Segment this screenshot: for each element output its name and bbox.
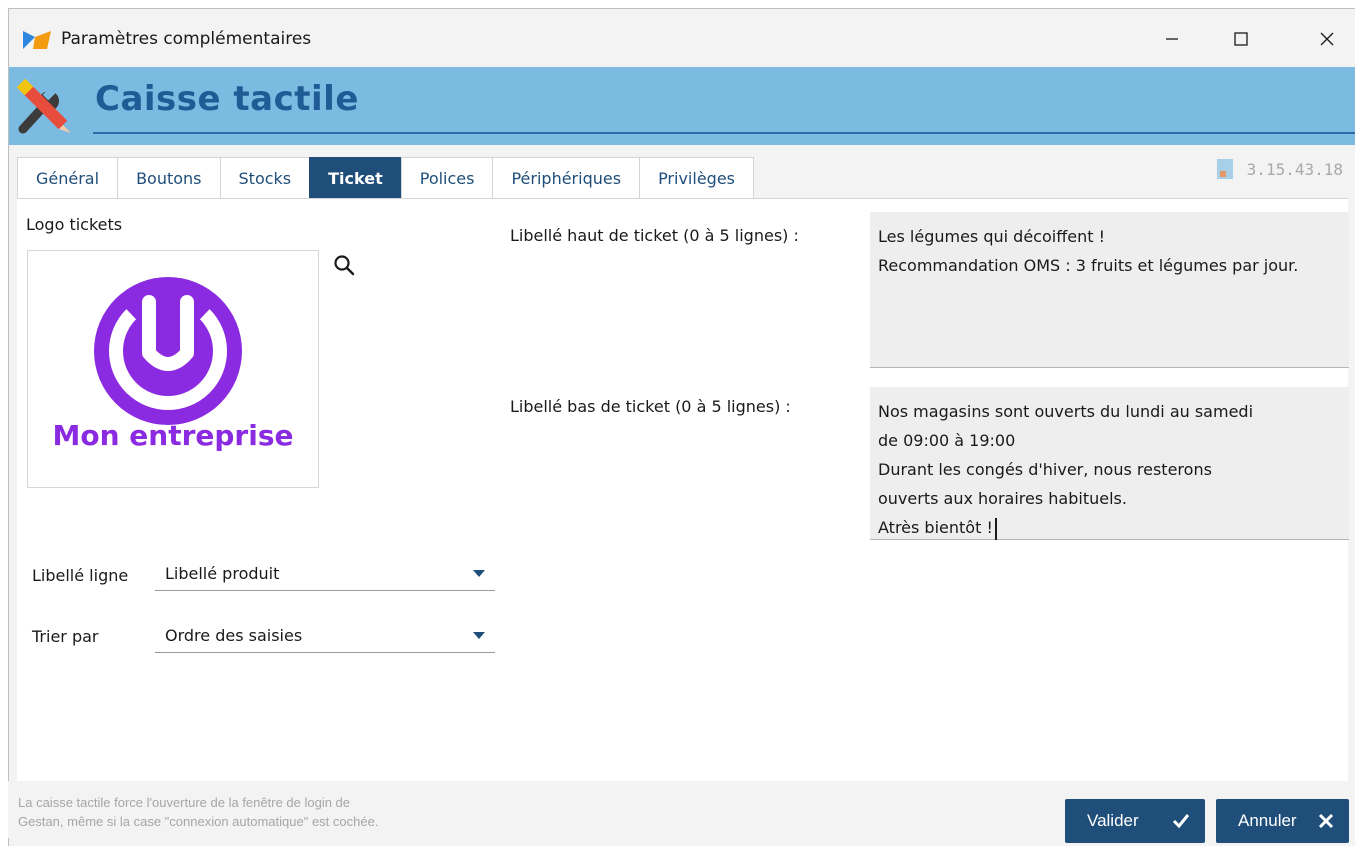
haut-ticket-textarea[interactable]: Les légumes qui décoiffent ! Recommandat…	[870, 212, 1349, 368]
logo-label: Logo tickets	[26, 215, 123, 234]
text-caret	[994, 517, 997, 540]
validate-button[interactable]: Valider	[1065, 799, 1205, 843]
libelle-ligne-value: Libellé produit	[165, 564, 280, 583]
tab-general[interactable]: Général	[17, 157, 118, 199]
bas-ticket-line: Durant les congés d'hiver, nous resteron…	[878, 460, 1212, 479]
trier-par-value: Ordre des saisies	[165, 626, 303, 645]
tab-privileges[interactable]: Privilèges	[639, 157, 754, 199]
logo-preview[interactable]: Mon entreprise	[27, 250, 319, 488]
app-logo-icon	[23, 31, 51, 49]
trier-par-label: Trier par	[32, 627, 99, 646]
tab-ticket[interactable]: Ticket	[309, 157, 401, 199]
haut-ticket-line: Recommandation OMS : 3 fruits et légumes…	[878, 256, 1299, 275]
banner-title: Caisse tactile	[95, 79, 359, 119]
tools-icon	[16, 78, 71, 134]
minimize-icon	[1166, 38, 1178, 40]
version-text: 3.15.43.18	[1246, 159, 1343, 179]
bas-ticket-line: Atrès bientôt !	[878, 518, 993, 537]
tab-bar: Général Boutons Stocks Ticket Polices Pé…	[17, 157, 754, 199]
header-banner: Caisse tactile	[9, 67, 1355, 145]
cancel-label: Annuler	[1238, 811, 1297, 830]
bas-ticket-line: Nos magasins sont ouverts du lundi au sa…	[878, 402, 1254, 421]
chevron-down-icon	[473, 570, 485, 577]
bas-ticket-label: Libellé bas de ticket (0 à 5 lignes) :	[510, 397, 791, 416]
chevron-down-icon	[473, 632, 485, 639]
haut-ticket-label: Libellé haut de ticket (0 à 5 lignes) :	[510, 226, 799, 245]
banner-underline	[93, 132, 1355, 134]
title-bar: Paramètres complémentaires	[9, 9, 1355, 67]
checkmark-icon	[1172, 814, 1190, 829]
cancel-button[interactable]: Annuler	[1216, 799, 1349, 843]
bas-ticket-line: ouverts aux horaires habituels.	[878, 489, 1127, 508]
footer-note-line: La caisse tactile force l'ouverture de l…	[18, 795, 351, 810]
libelle-ligne-label: Libellé ligne	[32, 566, 129, 585]
tab-polices[interactable]: Polices	[400, 157, 493, 199]
close-icon	[1320, 32, 1334, 46]
bas-ticket-line: de 09:00 à 19:00	[878, 431, 1016, 450]
trier-par-select[interactable]: Ordre des saisies	[155, 619, 495, 653]
haut-ticket-line: Les légumes qui décoiffent !	[878, 227, 1105, 246]
maximize-icon	[1234, 32, 1248, 46]
dialog-footer: La caisse tactile force l'ouverture de l…	[8, 781, 1355, 843]
bas-ticket-last-line: Atrès bientôt !	[878, 513, 1341, 542]
validate-label: Valider	[1087, 811, 1139, 830]
window-title: Paramètres complémentaires	[61, 29, 312, 49]
tab-boutons[interactable]: Boutons	[117, 157, 220, 199]
bas-ticket-textarea[interactable]: Nos magasins sont ouverts du lundi au sa…	[870, 387, 1349, 540]
tab-stocks[interactable]: Stocks	[219, 157, 310, 199]
tab-peripheriques[interactable]: Périphériques	[492, 157, 640, 199]
maximize-button[interactable]	[1218, 19, 1264, 59]
close-window-button[interactable]	[1304, 19, 1350, 59]
footer-note: La caisse tactile force l'ouverture de l…	[18, 793, 378, 831]
search-icon[interactable]	[332, 253, 356, 277]
version-info: 3.15.43.18	[1215, 157, 1343, 181]
footer-note-line: Gestan, même si la case "connexion autom…	[18, 814, 379, 829]
close-icon	[1318, 813, 1334, 829]
minimize-button[interactable]	[1149, 19, 1195, 59]
version-file-icon	[1216, 159, 1233, 179]
company-logo-icon	[94, 277, 242, 425]
company-name-text: Mon entreprise	[52, 419, 294, 452]
libelle-ligne-select[interactable]: Libellé produit	[155, 557, 495, 591]
